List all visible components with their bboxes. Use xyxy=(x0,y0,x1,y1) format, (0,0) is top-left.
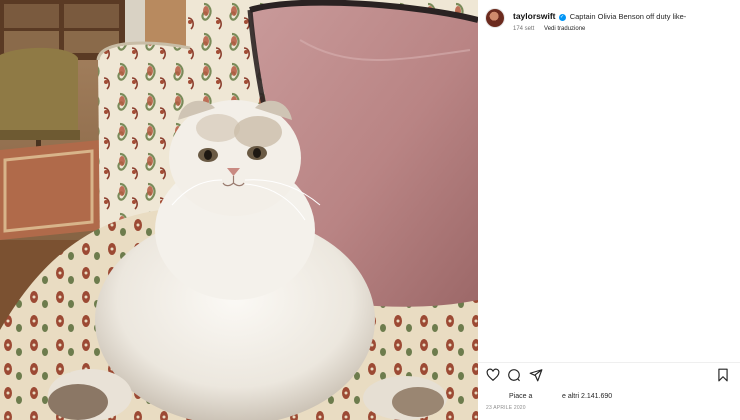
paper-plane-icon[interactable] xyxy=(529,368,545,384)
time-ago: 174 sett xyxy=(513,26,535,32)
likes-prefix: Piace a xyxy=(509,393,533,400)
caption-row: taylorswift ✓ Captain Olivia Benson off … xyxy=(486,9,734,39)
cat-photo-illustration xyxy=(0,0,478,420)
user-avatar[interactable] xyxy=(486,9,504,27)
username-link[interactable]: taylorswift xyxy=(513,11,556,21)
verified-badge-icon: ✓ xyxy=(558,14,566,21)
caption-line: taylorswift ✓ Captain Olivia Benson off … xyxy=(513,11,686,21)
post-photo xyxy=(0,0,478,420)
see-translation-link[interactable]: Vedi traduzione xyxy=(544,26,585,32)
likes-line[interactable]: Piace a e altri 2.141.690 xyxy=(509,393,612,400)
bookmark-icon[interactable] xyxy=(716,368,732,384)
divider xyxy=(478,362,740,363)
caption-text: Captain Olivia Benson off duty like- xyxy=(569,12,687,21)
post-action-bar xyxy=(486,368,732,384)
heart-icon[interactable] xyxy=(486,368,502,384)
comment-icon[interactable] xyxy=(507,368,523,384)
post-side-panel: taylorswift ✓ Captain Olivia Benson off … xyxy=(478,0,740,420)
post-date: 23 APRILE 2020 xyxy=(486,405,526,411)
caption-meta: 174 sett Vedi traduzione xyxy=(513,26,585,32)
likes-count[interactable]: e altri 2.141.690 xyxy=(562,393,612,400)
instagram-post-view: taylorswift ✓ Captain Olivia Benson off … xyxy=(0,0,740,420)
